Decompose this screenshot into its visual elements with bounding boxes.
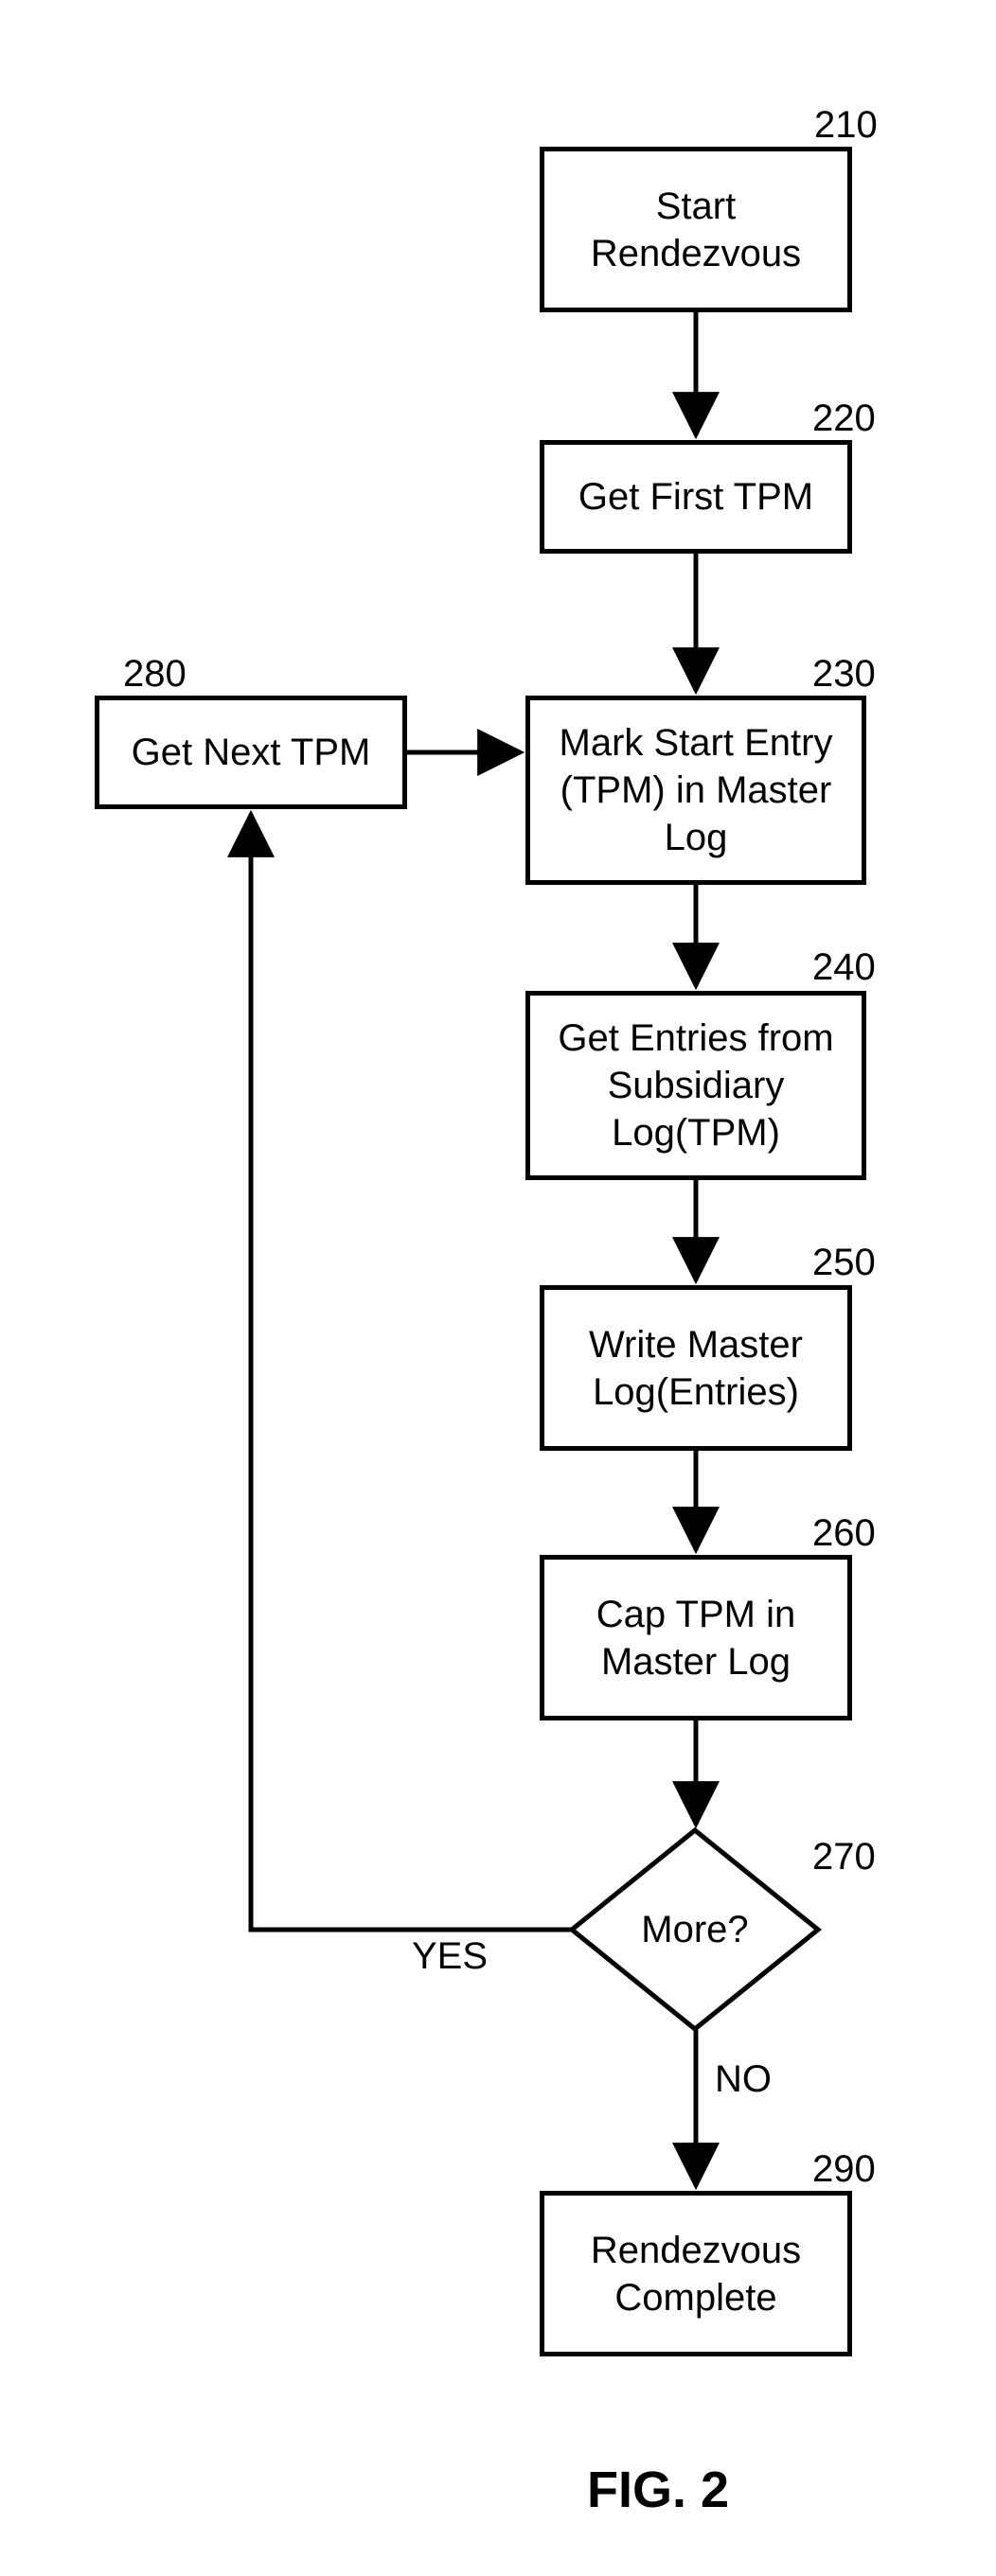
- edge-no-label: NO: [715, 2058, 772, 2101]
- connectors: [0, 0, 996, 2576]
- edge-yes-label: YES: [412, 1935, 488, 1978]
- figure-label: FIG. 2: [587, 2461, 729, 2519]
- flowchart-figure: 210 220 230 240 250 260 270 280 290 Star…: [0, 0, 996, 2576]
